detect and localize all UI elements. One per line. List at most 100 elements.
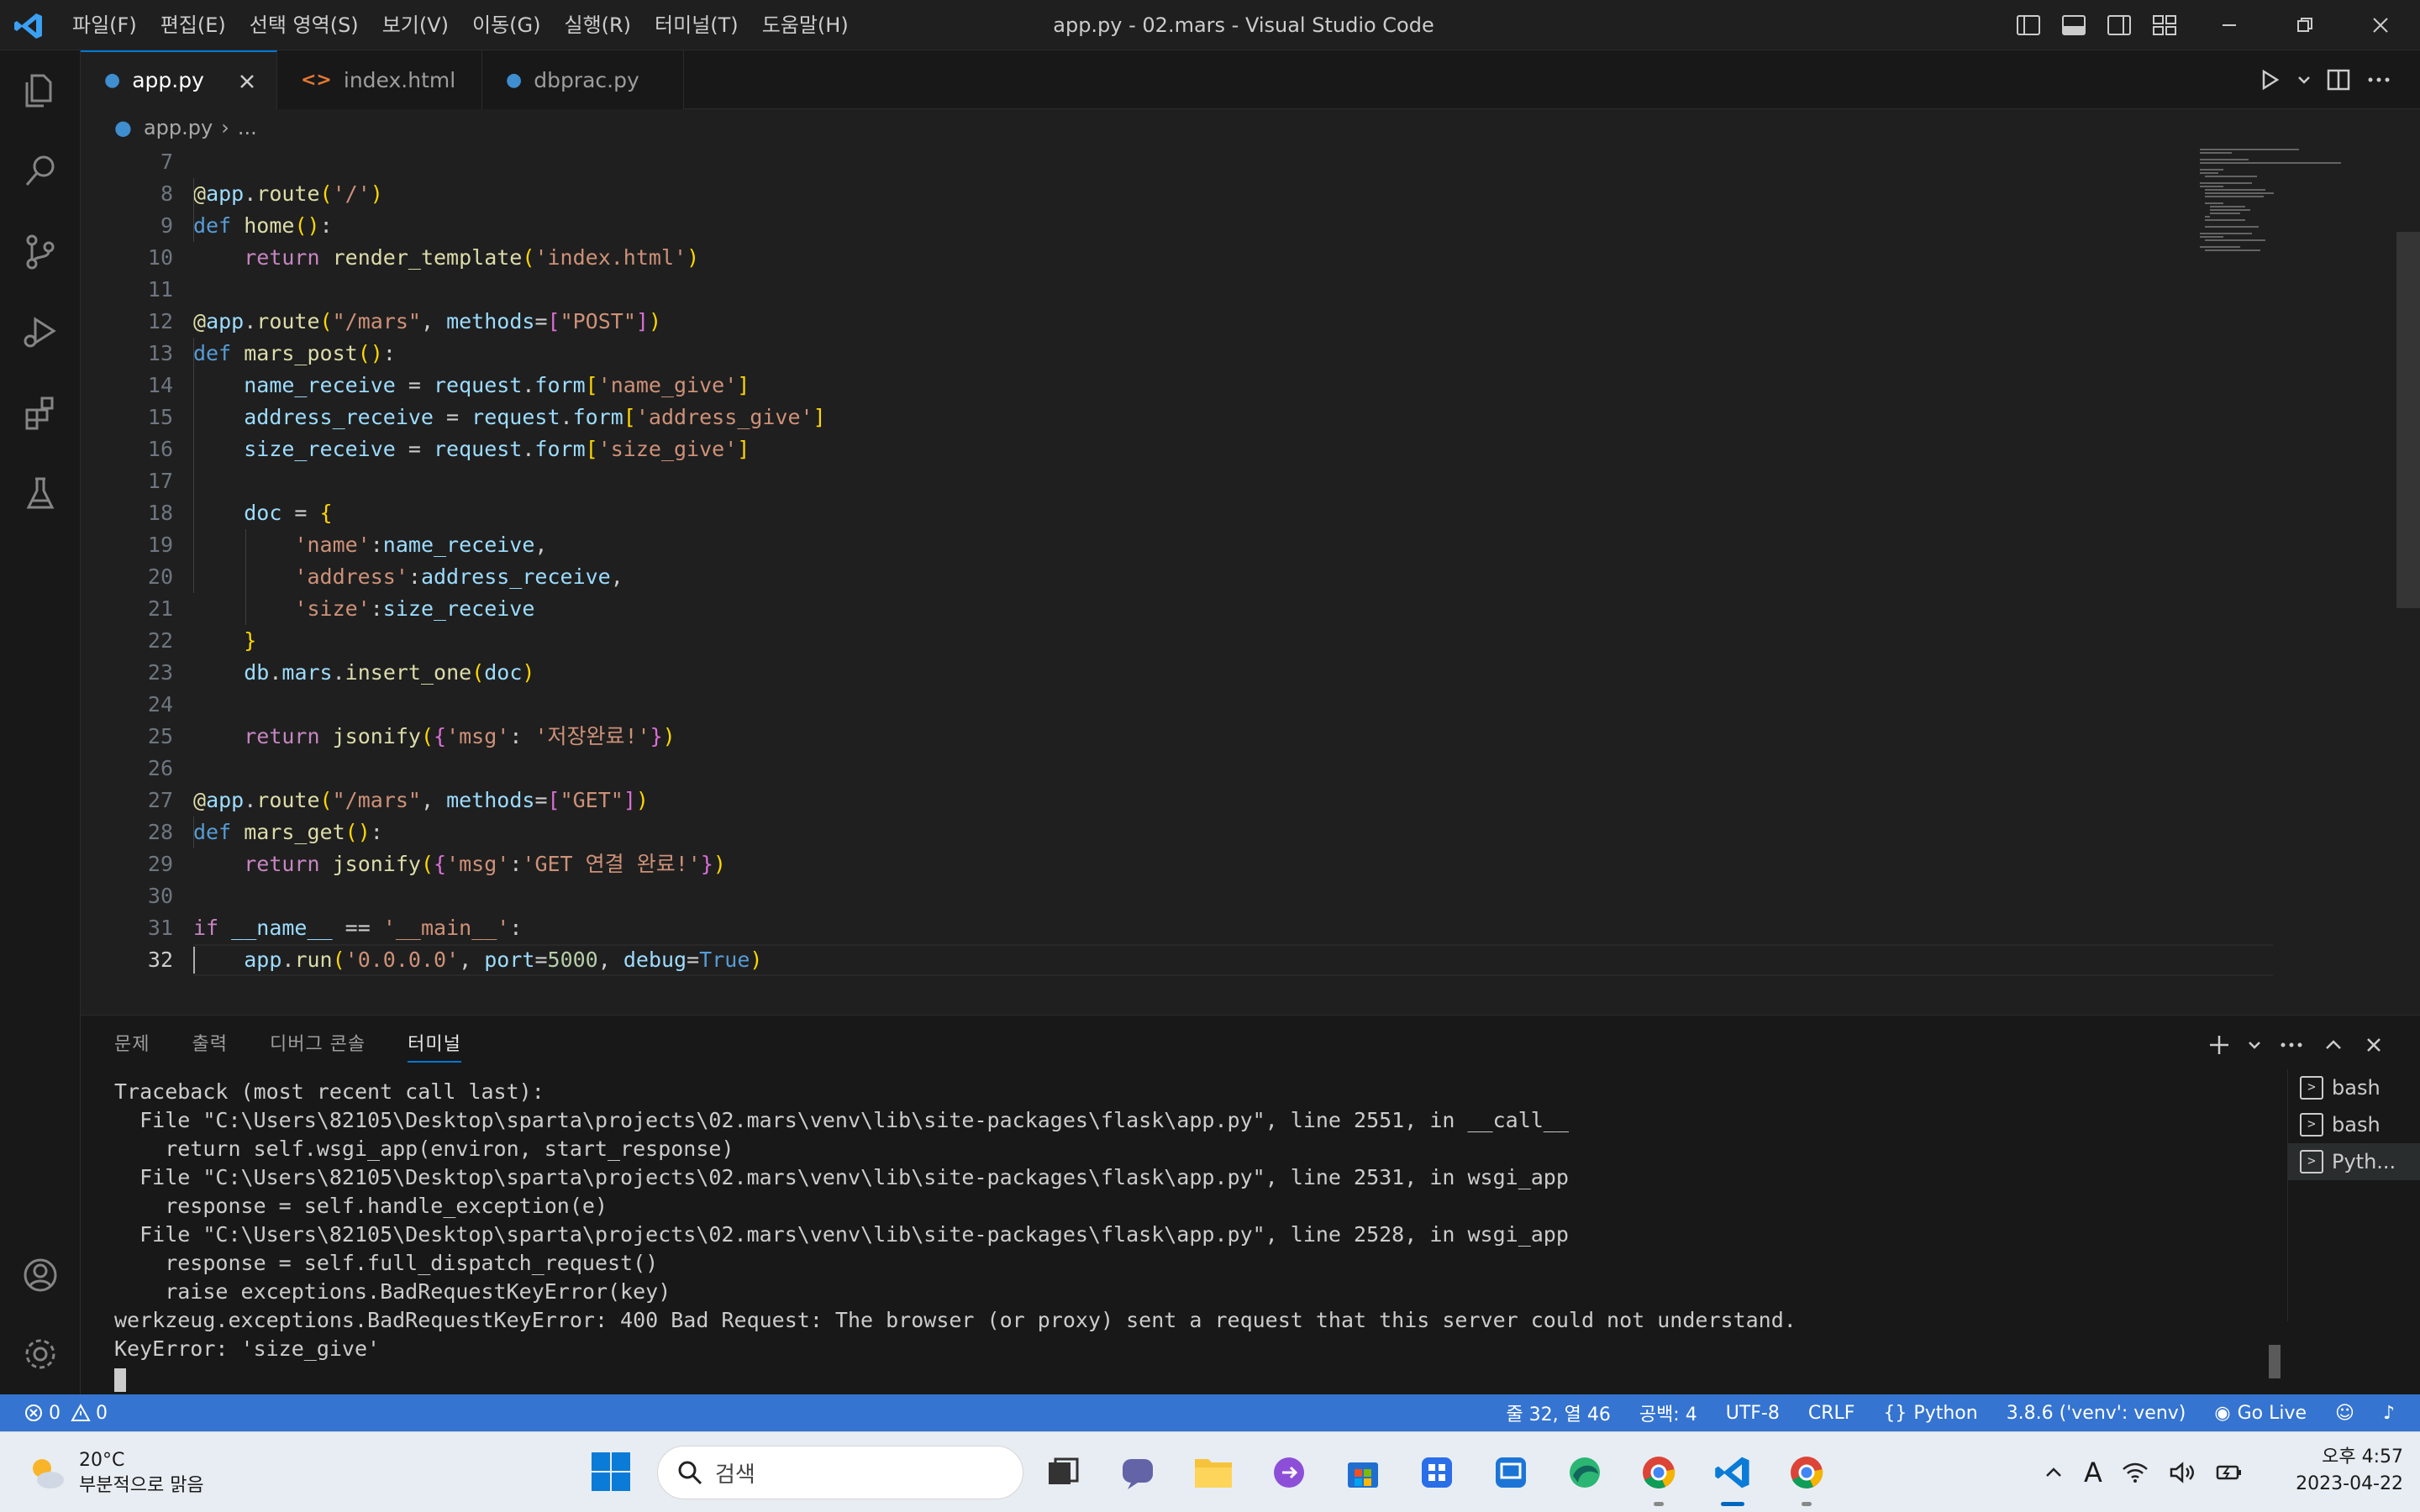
code-line[interactable]: size_receive = request.form['size_give']	[193, 433, 750, 465]
notifications-bell-icon[interactable]: ♪	[2383, 1403, 2395, 1424]
menu-go[interactable]: 이동(G)	[460, 7, 552, 44]
problems-status[interactable]: 0 0	[24, 1394, 108, 1431]
remote-desktop-icon[interactable]	[1487, 1449, 1534, 1496]
code-line[interactable]: def home():	[193, 210, 333, 242]
terminal-output[interactable]: Traceback (most recent call last): File …	[114, 1078, 2282, 1392]
terminal-item-bash[interactable]: > bash	[2288, 1069, 2420, 1106]
chrome-icon[interactable]	[1635, 1449, 1682, 1506]
tab-index-html[interactable]: <> index.html	[277, 50, 482, 109]
go-live-button[interactable]: ◉ Go Live	[2214, 1403, 2307, 1424]
volume-icon[interactable]	[2168, 1460, 2196, 1485]
code-line[interactable]: name_receive = request.form['name_give']	[193, 370, 750, 402]
toggle-panel-icon[interactable]	[2059, 10, 2089, 40]
activity-explorer[interactable]	[0, 50, 81, 131]
quick-assist-icon[interactable]	[1265, 1449, 1313, 1496]
battery-charging-icon[interactable]	[2215, 1460, 2244, 1485]
code-line[interactable]: 'size':size_receive	[193, 593, 534, 625]
tab-dbprac-py[interactable]: ● dbprac.py	[482, 50, 684, 109]
more-actions-icon[interactable]	[2277, 1032, 2306, 1058]
taskbar-clock[interactable]: 오후 4:57 2023-04-22	[2296, 1444, 2403, 1498]
ime-indicator[interactable]: A	[2084, 1457, 2102, 1488]
code-line[interactable]: db.mars.insert_one(doc)	[193, 657, 534, 689]
code-line[interactable]: }	[193, 625, 256, 657]
new-terminal-icon[interactable]	[2207, 1032, 2232, 1058]
tab-debug-console[interactable]: 디버그 콘솔	[270, 1016, 366, 1074]
activity-accounts[interactable]	[0, 1235, 81, 1315]
weather-widget[interactable]: 20°C 부분적으로 맑음	[25, 1444, 204, 1503]
code-line[interactable]: @app.route("/mars", methods=["GET"])	[193, 785, 649, 816]
terminal-item-bash[interactable]: > bash	[2288, 1106, 2420, 1143]
chevron-down-icon[interactable]	[2247, 1032, 2262, 1058]
task-view-icon[interactable]	[1039, 1449, 1086, 1496]
activity-manage[interactable]	[0, 1314, 81, 1394]
tab-output[interactable]: 출력	[192, 1016, 227, 1074]
editor-scrollbar[interactable]	[2396, 232, 2420, 608]
run-python-file-icon[interactable]	[2255, 66, 2284, 94]
close-tab-icon[interactable]	[233, 67, 261, 96]
menu-edit[interactable]: 편집(E)	[149, 7, 238, 44]
more-actions-icon[interactable]	[2365, 66, 2393, 94]
code-line[interactable]: address_receive = request.form['address_…	[193, 402, 825, 433]
encoding[interactable]: UTF-8	[1726, 1403, 1780, 1424]
terminal-item-python[interactable]: > Pyth...	[2288, 1143, 2420, 1180]
menu-file[interactable]: 파일(F)	[60, 7, 149, 44]
code-line[interactable]: @app.route("/mars", methods=["POST"])	[193, 306, 661, 338]
terminal-scrollbar[interactable]	[2269, 1345, 2281, 1378]
vscode-taskbar-icon[interactable]	[1709, 1449, 1756, 1506]
split-editor-icon[interactable]	[2324, 66, 2353, 94]
file-explorer-icon[interactable]	[1190, 1449, 1237, 1496]
toggle-primary-sidebar-icon[interactable]	[2013, 10, 2044, 40]
indentation[interactable]: 공백: 4	[1639, 1399, 1697, 1426]
menu-view[interactable]: 보기(V)	[371, 7, 460, 44]
code-line[interactable]: def mars_get():	[193, 816, 383, 848]
code-line[interactable]: 'address':address_receive,	[193, 561, 623, 593]
widgets-app-icon[interactable]	[1413, 1449, 1460, 1496]
chevron-up-icon[interactable]	[2042, 1461, 2065, 1484]
activity-run-debug[interactable]	[0, 292, 81, 373]
activity-testing[interactable]	[0, 454, 81, 534]
tab-problems[interactable]: 문제	[114, 1016, 150, 1074]
maximize-panel-icon[interactable]	[2321, 1032, 2346, 1058]
activity-source-control[interactable]	[0, 212, 81, 292]
minimap[interactable]	[2198, 146, 2349, 264]
code-line[interactable]: return jsonify({'msg': '저장완료!'})	[193, 721, 676, 753]
activity-extensions[interactable]	[0, 373, 81, 454]
chevron-down-icon[interactable]	[2296, 66, 2312, 94]
close-panel-icon[interactable]	[2361, 1032, 2386, 1058]
minimize-button[interactable]	[2191, 0, 2267, 50]
activity-search[interactable]	[0, 131, 81, 212]
code-line[interactable]: @app.route('/')	[193, 178, 383, 210]
tab-terminal[interactable]: 터미널	[408, 1016, 461, 1074]
code-line[interactable]: return render_template('index.html')	[193, 242, 699, 274]
code-line[interactable]: 'name':name_receive,	[193, 529, 547, 561]
code-line[interactable]: return jsonify({'msg':'GET 연결 완료!'})	[193, 848, 726, 880]
teams-chat-icon[interactable]	[1114, 1449, 1161, 1496]
windows-start-icon[interactable]	[590, 1451, 632, 1493]
code-line[interactable]: if __name__ == '__main__':	[193, 912, 522, 944]
microsoft-store-icon[interactable]	[1339, 1449, 1386, 1496]
end-of-line[interactable]: CRLF	[1808, 1403, 1855, 1424]
menu-terminal[interactable]: 터미널(T)	[643, 7, 750, 44]
customize-layout-icon[interactable]	[2149, 10, 2180, 40]
python-interpreter[interactable]: 3.8.6 ('venv': venv)	[2007, 1403, 2186, 1424]
toggle-secondary-sidebar-icon[interactable]	[2104, 10, 2134, 40]
wifi-icon[interactable]	[2121, 1460, 2149, 1485]
code-editor[interactable]: 7 8 9 10 11 12 13 14 15 16 17 18 19 20 21 22 23 24 25 26 27 2…	[81, 146, 2420, 1015]
code-line[interactable]: app.run('0.0.0.0', port=5000, debug=True…	[193, 944, 762, 976]
code-line[interactable]: def mars_post():	[193, 338, 396, 370]
menu-selection[interactable]: 선택 영역(S)	[238, 7, 371, 44]
chrome-icon-2[interactable]	[1783, 1449, 1830, 1506]
restore-button[interactable]	[2267, 0, 2343, 50]
tab-app-py[interactable]: ● app.py	[81, 50, 277, 109]
code-line[interactable]: doc = {	[193, 497, 332, 529]
cursor-position[interactable]: 줄 32, 열 46	[1506, 1399, 1610, 1426]
breadcrumb-file[interactable]: app.py	[144, 116, 213, 139]
feedback-icon[interactable]: ☺	[2335, 1403, 2354, 1424]
menu-help[interactable]: 도움말(H)	[750, 7, 860, 44]
breadcrumb-symbols[interactable]: ...	[238, 116, 257, 139]
taskbar-search[interactable]: 검색	[657, 1446, 1023, 1499]
language-mode[interactable]: {} Python	[1883, 1403, 1977, 1424]
edge-dev-icon[interactable]	[1561, 1449, 1608, 1496]
close-window-button[interactable]	[2343, 0, 2418, 50]
menu-run[interactable]: 실행(R)	[552, 7, 643, 44]
